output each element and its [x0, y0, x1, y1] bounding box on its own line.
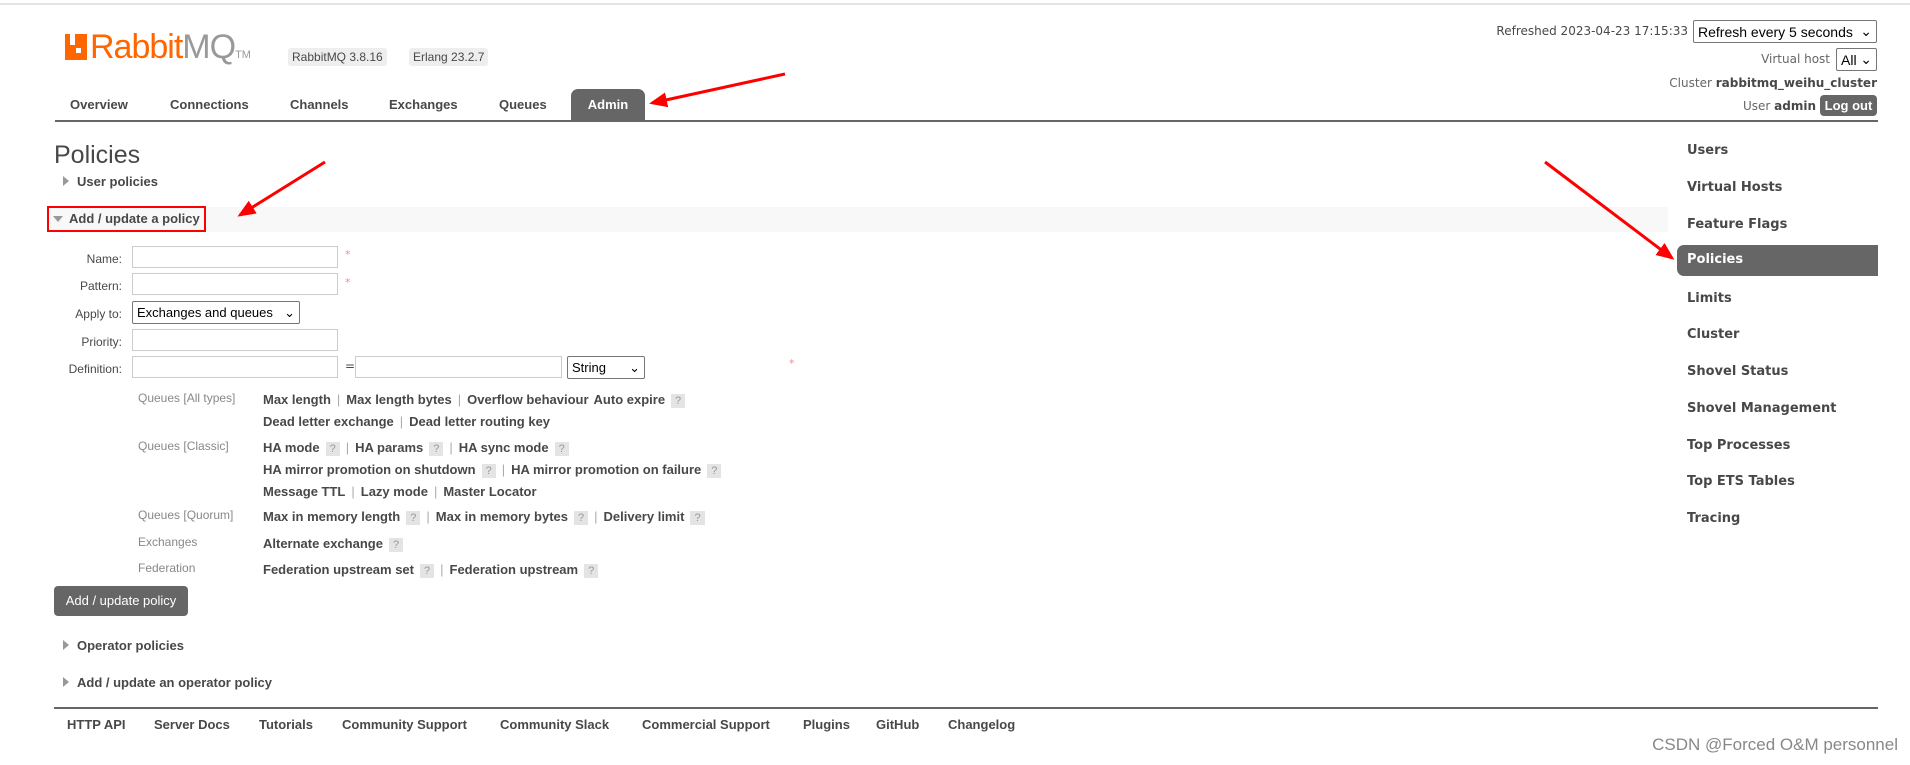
annotation-arrows: [237, 72, 1675, 260]
watermark: CSDN @Forced O&M personnel: [1652, 735, 1898, 754]
arrow-policies: [1544, 160, 1675, 260]
arrow-add-policy: [237, 160, 326, 217]
arrow-admin: [649, 72, 786, 108]
